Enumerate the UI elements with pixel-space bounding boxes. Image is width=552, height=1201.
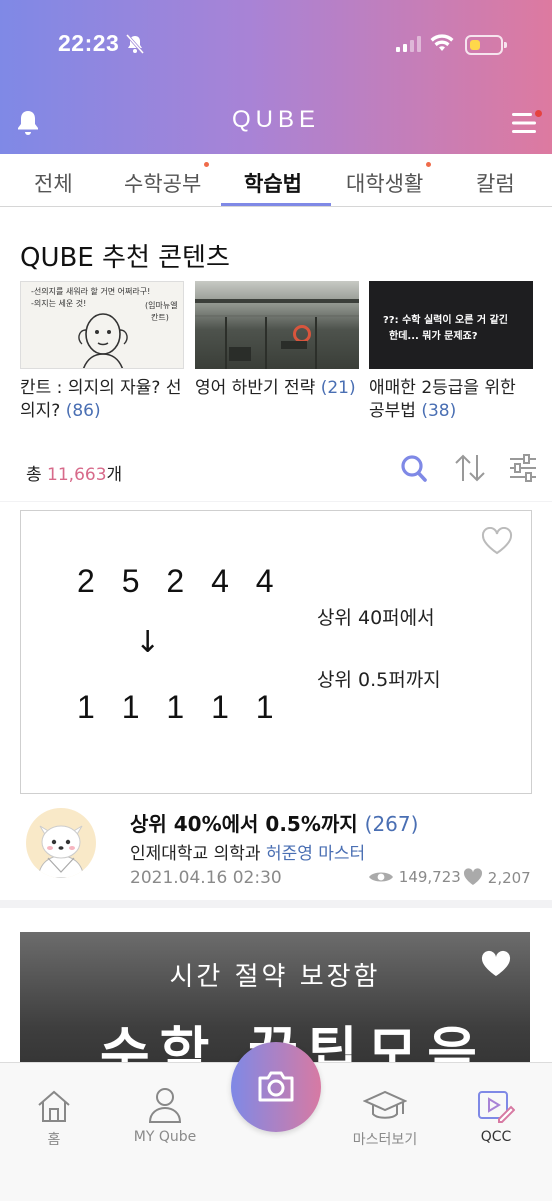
status-bar: 22:23 <box>0 30 552 64</box>
heart-icon <box>463 868 483 885</box>
total-count: 총 11,663개 <box>26 465 123 485</box>
tab-all[interactable]: 전체 <box>34 168 73 198</box>
like-count: 2,207 <box>463 868 531 887</box>
view-count: 149,723 <box>368 868 461 886</box>
tab-college-life[interactable]: 대학생활 <box>346 162 432 198</box>
home-icon <box>4 1085 104 1123</box>
graduation-cap-icon <box>335 1085 435 1123</box>
heart-icon[interactable] <box>481 526 513 559</box>
video-edit-icon <box>446 1085 546 1123</box>
avatar[interactable] <box>26 808 96 878</box>
arrow-down: ↓ <box>135 625 161 660</box>
new-dot <box>204 162 210 167</box>
camera-button[interactable] <box>231 1042 321 1132</box>
wifi-icon <box>430 34 454 56</box>
card-thumbnail: -선의지를 새워라 할 거면 어쩌라구! -의지는 세운 것! (임마뉴엘 칸트… <box>20 281 184 369</box>
status-time: 22:23 <box>58 30 120 56</box>
post-date: 2021.04.16 02:30 <box>130 868 282 888</box>
category-tabs: 전체 수학공부 학습법 대학생활 칼럼 <box>0 154 552 207</box>
mute-icon <box>125 34 145 58</box>
menu-notification-dot <box>535 110 542 117</box>
filter-icon[interactable] <box>508 453 538 487</box>
card-thumbnail: ??: 수학 실력이 오른 거 같긴 한데... 뭐가 문제죠? <box>369 281 533 369</box>
nav-master[interactable]: 마스터보기 <box>335 1085 435 1149</box>
camera-icon <box>258 1071 294 1102</box>
rank-after: 상위 0.5퍼까지 <box>317 669 441 691</box>
signal-icon <box>396 36 422 56</box>
eye-icon <box>369 872 393 882</box>
nav-my-qube[interactable]: MY Qube <box>115 1085 215 1145</box>
post-title[interactable]: 상위 40%에서 0.5%까지 (267) <box>130 808 418 837</box>
author-link[interactable]: 허준영 마스터 <box>266 844 365 864</box>
sort-icon[interactable] <box>454 453 486 487</box>
post-author: 인제대학교 의학과 허준영 마스터 <box>130 844 366 864</box>
recommend-card[interactable]: ??: 수학 실력이 오른 거 같긴 한데... 뭐가 문제죠? 애매한 2등급… <box>369 281 533 423</box>
user-icon <box>115 1085 215 1123</box>
app-logo: QUBE <box>231 106 320 133</box>
recommend-card[interactable]: 영어 하반기 전략 (21) <box>195 281 359 400</box>
tab-math-study[interactable]: 수학공부 <box>124 162 210 198</box>
card-title: 애매한 2등급을 위한 공부법 (38) <box>369 378 516 421</box>
section-title: QUBE 추천 콘텐츠 <box>20 243 230 273</box>
app-header: 22:23 QUBE <box>0 0 552 154</box>
search-icon[interactable] <box>400 453 428 487</box>
thumbnail-subtitle: 시간 절약 보장함 <box>169 962 381 992</box>
nav-qcc[interactable]: QCC <box>446 1085 546 1145</box>
new-dot <box>426 162 432 167</box>
active-tab-indicator <box>221 203 331 206</box>
rank-before: 상위 40퍼에서 <box>317 607 435 629</box>
card-title: 칸트 : 의지의 자율? 선의지? (86) <box>20 378 182 421</box>
post-thumbnail: 2 5 2 4 4 ↓ 1 1 1 1 1 상위 40퍼에서 상위 0.5퍼까지 <box>20 510 532 794</box>
score-after: 1 1 1 1 1 <box>77 689 283 725</box>
tab-column[interactable]: 칼럼 <box>476 168 515 198</box>
card-thumbnail <box>195 281 359 369</box>
recommend-card[interactable]: -선의지를 새워라 할 거면 어쩌라구! -의지는 세운 것! (임마뉴엘 칸트… <box>20 281 184 423</box>
battery-icon <box>465 35 507 55</box>
nav-home[interactable]: 홈 <box>4 1085 104 1149</box>
score-before: 2 5 2 4 4 <box>77 563 283 599</box>
recommended-section: QUBE 추천 콘텐츠 -선의지를 새워라 할 거면 어쩌라구! -의지는 세운… <box>0 207 552 501</box>
menu-icon[interactable] <box>512 112 538 138</box>
tab-study-method[interactable]: 학습법 <box>244 168 302 198</box>
card-title: 영어 하반기 전략 (21) <box>195 378 356 398</box>
post-card[interactable]: 2 5 2 4 4 ↓ 1 1 1 1 1 상위 40퍼에서 상위 0.5퍼까지… <box>0 502 552 900</box>
heart-icon[interactable] <box>480 950 512 982</box>
